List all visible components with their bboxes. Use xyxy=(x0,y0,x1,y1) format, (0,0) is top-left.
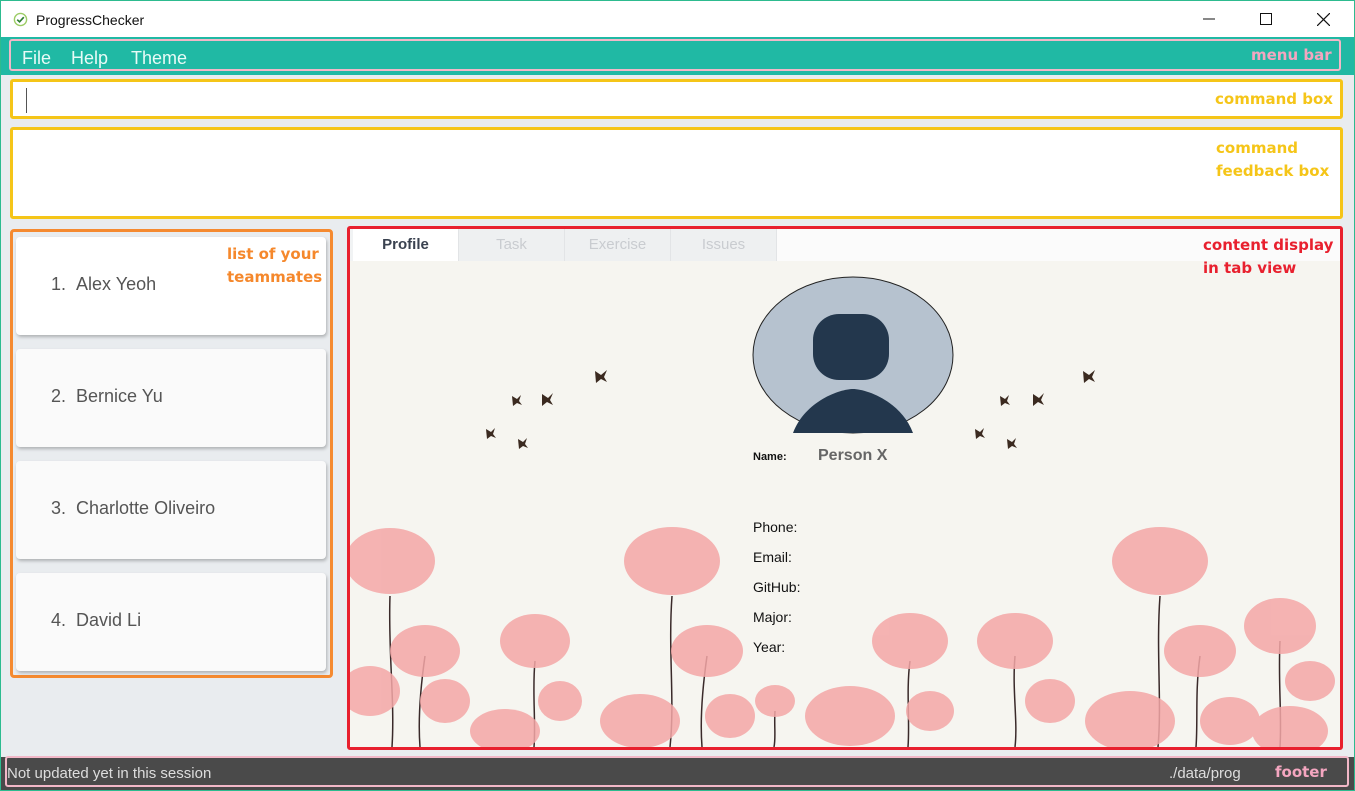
tab-profile[interactable]: Profile xyxy=(353,229,459,261)
command-feedback-box xyxy=(10,127,1343,219)
command-box xyxy=(10,79,1343,119)
menu-help[interactable]: Help xyxy=(71,48,108,69)
annotation-feedback-line2: feedback box xyxy=(1216,162,1330,180)
menu-bar xyxy=(1,37,1354,75)
title-bar: ProgressChecker xyxy=(1,1,1354,37)
teammate-card[interactable]: 3. Charlotte Oliveiro xyxy=(16,461,326,559)
annotation-content-display: content display in tab view xyxy=(1203,234,1333,280)
window-title: ProgressChecker xyxy=(36,12,145,28)
teammate-entry: 2. Bernice Yu xyxy=(51,386,163,407)
teammate-entry: 4. David Li xyxy=(51,610,141,631)
annotation-content-line1: content display xyxy=(1203,236,1334,254)
profile-name-value: Person X xyxy=(818,447,888,464)
command-input[interactable] xyxy=(25,87,1205,113)
menu-file[interactable]: File xyxy=(22,48,51,69)
maximize-icon xyxy=(1260,13,1272,25)
annotation-teammates: list of your teammates xyxy=(227,243,322,289)
teammate-index: 4. xyxy=(51,610,67,630)
teammate-entry: 3. Charlotte Oliveiro xyxy=(51,498,215,519)
minimize-icon xyxy=(1203,18,1215,20)
teammate-name: Charlotte Oliveiro xyxy=(76,498,216,518)
profile-year-label: Year: xyxy=(753,639,786,655)
tab-issues[interactable]: Issues xyxy=(671,229,777,261)
teammate-name: Alex Yeoh xyxy=(76,274,157,294)
content-display: Profile Task Exercise Issues Name: Perso… xyxy=(347,226,1343,750)
avatar-icon xyxy=(752,276,954,434)
maximize-button[interactable] xyxy=(1238,1,1294,37)
menu-theme[interactable]: Theme xyxy=(131,48,187,69)
teammate-list: 1. Alex Yeoh 2. Bernice Yu 3. Charlotte … xyxy=(10,229,333,678)
teammate-index: 3. xyxy=(51,498,67,518)
annotation-feedback-box: command feedback box xyxy=(1216,137,1329,183)
annotation-command-box: command box xyxy=(1215,90,1333,108)
close-button[interactable] xyxy=(1295,1,1351,37)
annotation-footer: footer xyxy=(1275,763,1327,781)
teammate-card[interactable]: 2. Bernice Yu xyxy=(16,349,326,447)
tab-task[interactable]: Task xyxy=(459,229,565,261)
floral-background xyxy=(350,261,1340,747)
profile-email-label: Email: xyxy=(753,549,792,565)
profile-github-label: GitHub: xyxy=(753,579,801,595)
tab-exercise[interactable]: Exercise xyxy=(565,229,671,261)
app-check-icon xyxy=(13,12,28,27)
teammate-entry: 1. Alex Yeoh xyxy=(51,274,156,295)
tab-bar: Profile Task Exercise Issues xyxy=(350,229,1340,261)
annotation-content-line2: in tab view xyxy=(1203,259,1297,277)
annotation-team-line1: list of your xyxy=(227,245,319,263)
profile-name-label: Name: xyxy=(753,451,787,463)
footer-file-path: ./data/prog xyxy=(1169,765,1241,782)
annotation-menu-bar: menu bar xyxy=(1251,46,1332,64)
annotation-feedback-line1: command xyxy=(1216,139,1298,157)
minimize-button[interactable] xyxy=(1181,1,1237,37)
profile-major-label: Major: xyxy=(753,609,792,625)
app-window: ProgressChecker File Help Theme menu bar… xyxy=(0,0,1355,791)
teammate-card[interactable]: 4. David Li xyxy=(16,573,326,671)
teammate-name: Bernice Yu xyxy=(76,386,163,406)
profile-phone-label: Phone: xyxy=(753,519,798,535)
footer-status-text: Not updated yet in this session xyxy=(7,765,212,782)
teammate-index: 1. xyxy=(51,274,67,294)
close-icon xyxy=(1316,12,1330,26)
teammate-index: 2. xyxy=(51,386,67,406)
teammate-name: David Li xyxy=(76,610,142,630)
annotation-team-line2: teammates xyxy=(227,268,323,286)
